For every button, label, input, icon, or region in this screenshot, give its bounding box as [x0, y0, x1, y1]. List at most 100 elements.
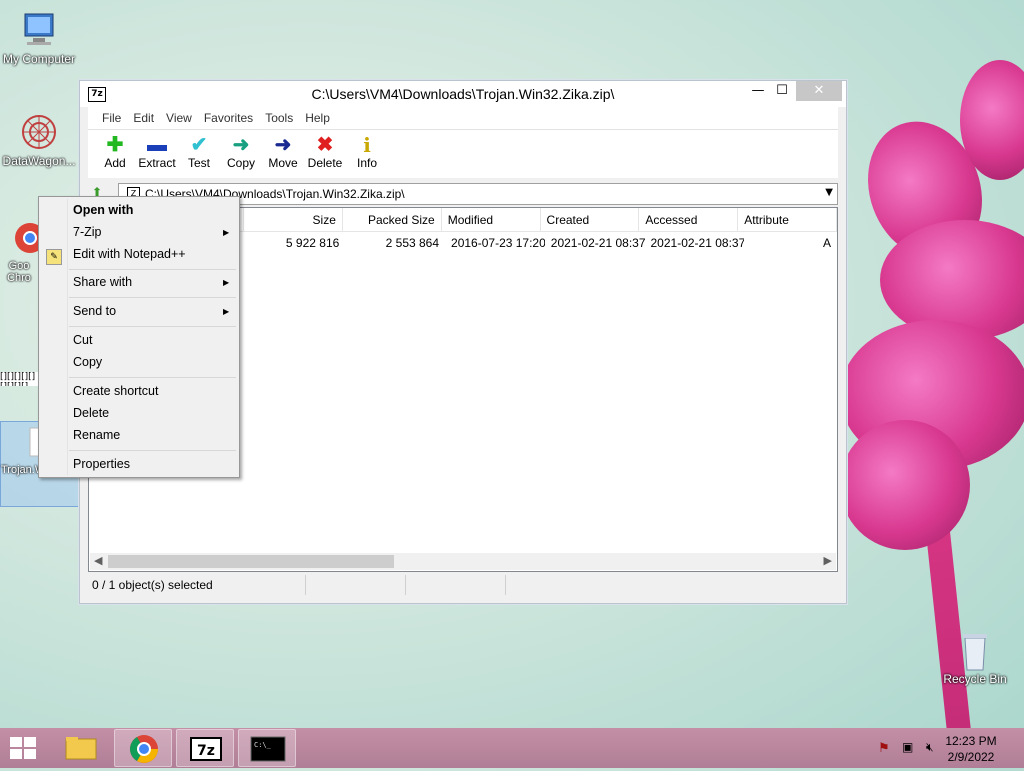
menu-item-edit-notepadpp[interactable]: Edit with Notepad++	[73, 247, 186, 267]
taskbar: 7z C:\_ ⚑ ▣ 🔇︎ 12:23 PM 2/9/2022	[0, 728, 1024, 768]
clock-time: 12:23 PM	[945, 734, 997, 748]
desktop-icon-label: Recycle Bin	[943, 672, 1007, 686]
clock-date: 2/9/2022	[947, 750, 995, 764]
menu-tools[interactable]: Tools	[259, 107, 299, 129]
menu-item-create-shortcut[interactable]: Create shortcut	[73, 384, 158, 404]
taskbar-chrome[interactable]	[114, 729, 172, 767]
menu-item-7zip[interactable]: 7-Zip	[73, 225, 101, 245]
menu-item-copy[interactable]: Copy	[73, 355, 102, 375]
column-header-attributes[interactable]: Attribute	[738, 208, 837, 231]
terminal-icon: C:\_	[250, 736, 286, 762]
status-selection: 0 / 1 object(s) selected	[88, 575, 306, 595]
add-label: Add	[104, 156, 126, 170]
extract-button[interactable]: ▬ Extract	[136, 130, 178, 178]
taskbar-command-prompt[interactable]: C:\_	[238, 729, 296, 767]
chevron-down-icon[interactable]: ▼	[825, 187, 833, 198]
datawagon-icon	[19, 112, 59, 152]
cell-created: 2021-02-21 08:37	[550, 236, 645, 250]
extract-label: Extract	[138, 156, 176, 170]
menu-item-delete[interactable]: Delete	[73, 406, 109, 426]
horizontal-scrollbar[interactable]: ◀ ▶	[90, 553, 836, 570]
sevenzip-icon: 7z	[190, 737, 222, 761]
test-button[interactable]: ✔ Test	[178, 130, 220, 178]
menu-view[interactable]: View	[160, 107, 198, 129]
column-header-size[interactable]: Size	[244, 208, 343, 231]
cell-packed-size: 2 553 864	[385, 236, 440, 250]
svg-text:C:\_: C:\_	[254, 741, 272, 749]
info-icon: i	[363, 133, 371, 157]
close-button[interactable]: ✕	[796, 81, 842, 101]
title-bar[interactable]: 7z C:\Users\VM4\Downloads\Trojan.Win32.Z…	[80, 81, 846, 107]
column-header-accessed[interactable]: Accessed	[639, 208, 739, 231]
maximize-button[interactable]: ☐	[768, 81, 796, 101]
cell-modified: 2016-07-23 17:20	[451, 236, 545, 250]
desktop-icon-recycle-bin[interactable]: Recycle Bin	[936, 630, 1014, 686]
menu-separator	[69, 377, 236, 378]
menu-item-rename[interactable]: Rename	[73, 428, 120, 448]
move-arrow-icon: ➜	[274, 134, 292, 156]
copy-label: Copy	[226, 156, 255, 170]
desktop-icon-my-computer[interactable]: My Computer	[0, 10, 78, 66]
taskbar-file-explorer[interactable]	[52, 729, 110, 767]
menu-item-open-with[interactable]: Open with	[73, 203, 133, 223]
cell-attributes: A	[822, 236, 831, 250]
add-button[interactable]: ✚ Add	[94, 130, 136, 178]
svg-text:7z: 7z	[197, 743, 215, 759]
scroll-thumb[interactable]	[108, 555, 394, 568]
info-label: Info	[356, 156, 377, 170]
status-pane-2	[306, 575, 406, 595]
cell-size: 5 922 816	[285, 236, 340, 250]
start-button[interactable]	[10, 737, 38, 761]
chrome-icon	[130, 735, 158, 763]
partial-rename-box: [][][][][][][][][]	[0, 372, 38, 386]
delete-x-icon: ✖	[316, 134, 334, 156]
context-menu: Open with 7-Zip ▶ ✎ Edit with Notepad++ …	[38, 196, 240, 478]
scroll-right-icon[interactable]: ▶	[824, 554, 832, 567]
window-title: C:\Users\VM4\Downloads\Trojan.Win32.Zika…	[311, 86, 615, 102]
menu-separator	[69, 269, 236, 270]
scroll-left-icon[interactable]: ◀	[94, 554, 102, 567]
menu-separator	[69, 297, 236, 298]
clock[interactable]: 12:23 PM 2/9/2022	[936, 733, 1006, 765]
network-icon[interactable]: ▣	[902, 740, 913, 754]
volume-muted-icon[interactable]: 🔇︎	[926, 740, 934, 755]
desktop-icon-chrome[interactable]: Goo Chro	[0, 218, 38, 284]
copy-button[interactable]: ➜ Copy	[220, 130, 262, 178]
menu-item-send-to[interactable]: Send to	[73, 304, 116, 324]
toolbar: ✚ Add ▬ Extract ✔ Test ➜ Copy ➜ Move ✖ D…	[88, 130, 838, 178]
menu-edit[interactable]: Edit	[127, 107, 160, 129]
cell-accessed: 2021-02-21 08:37	[650, 236, 745, 250]
column-header-modified[interactable]: Modified	[442, 208, 541, 231]
action-center-flag-icon[interactable]: ⚑	[878, 740, 890, 756]
delete-button[interactable]: ✖ Delete	[304, 130, 346, 178]
folder-icon	[65, 737, 97, 760]
menu-item-cut[interactable]: Cut	[73, 333, 92, 353]
computer-icon	[19, 10, 59, 50]
submenu-arrow-icon: ▶	[223, 228, 230, 237]
menu-item-properties[interactable]: Properties	[73, 457, 130, 477]
submenu-arrow-icon: ▶	[223, 278, 230, 287]
menu-separator	[69, 326, 236, 327]
desktop-icon-datawagon[interactable]: DataWagon...	[0, 112, 78, 168]
check-icon: ✔	[190, 134, 208, 156]
desktop-icon-label: Goo Chro	[7, 260, 31, 284]
move-button[interactable]: ➜ Move	[262, 130, 304, 178]
menu-bar: File Edit View Favorites Tools Help	[88, 107, 838, 130]
column-header-created[interactable]: Created	[541, 208, 640, 231]
desktop-icon-label: DataWagon...	[2, 154, 76, 168]
test-label: Test	[187, 156, 210, 170]
notepad-plus-plus-icon: ✎	[46, 249, 62, 265]
system-tray: ⚑ ▣ 🔇︎ 12:23 PM 2/9/2022	[864, 728, 1024, 768]
move-label: Move	[268, 156, 298, 170]
taskbar-7zip[interactable]: 7z	[176, 729, 234, 767]
menu-file[interactable]: File	[96, 107, 127, 129]
status-bar: 0 / 1 object(s) selected	[88, 575, 838, 595]
menu-help[interactable]: Help	[299, 107, 336, 129]
status-pane-3	[406, 575, 506, 595]
column-header-packed-size[interactable]: Packed Size	[343, 208, 442, 231]
menu-item-share-with[interactable]: Share with	[73, 275, 132, 295]
info-button[interactable]: i Info	[346, 130, 388, 178]
menu-favorites[interactable]: Favorites	[198, 107, 259, 129]
menu-separator	[69, 450, 236, 451]
submenu-arrow-icon: ▶	[223, 307, 230, 316]
